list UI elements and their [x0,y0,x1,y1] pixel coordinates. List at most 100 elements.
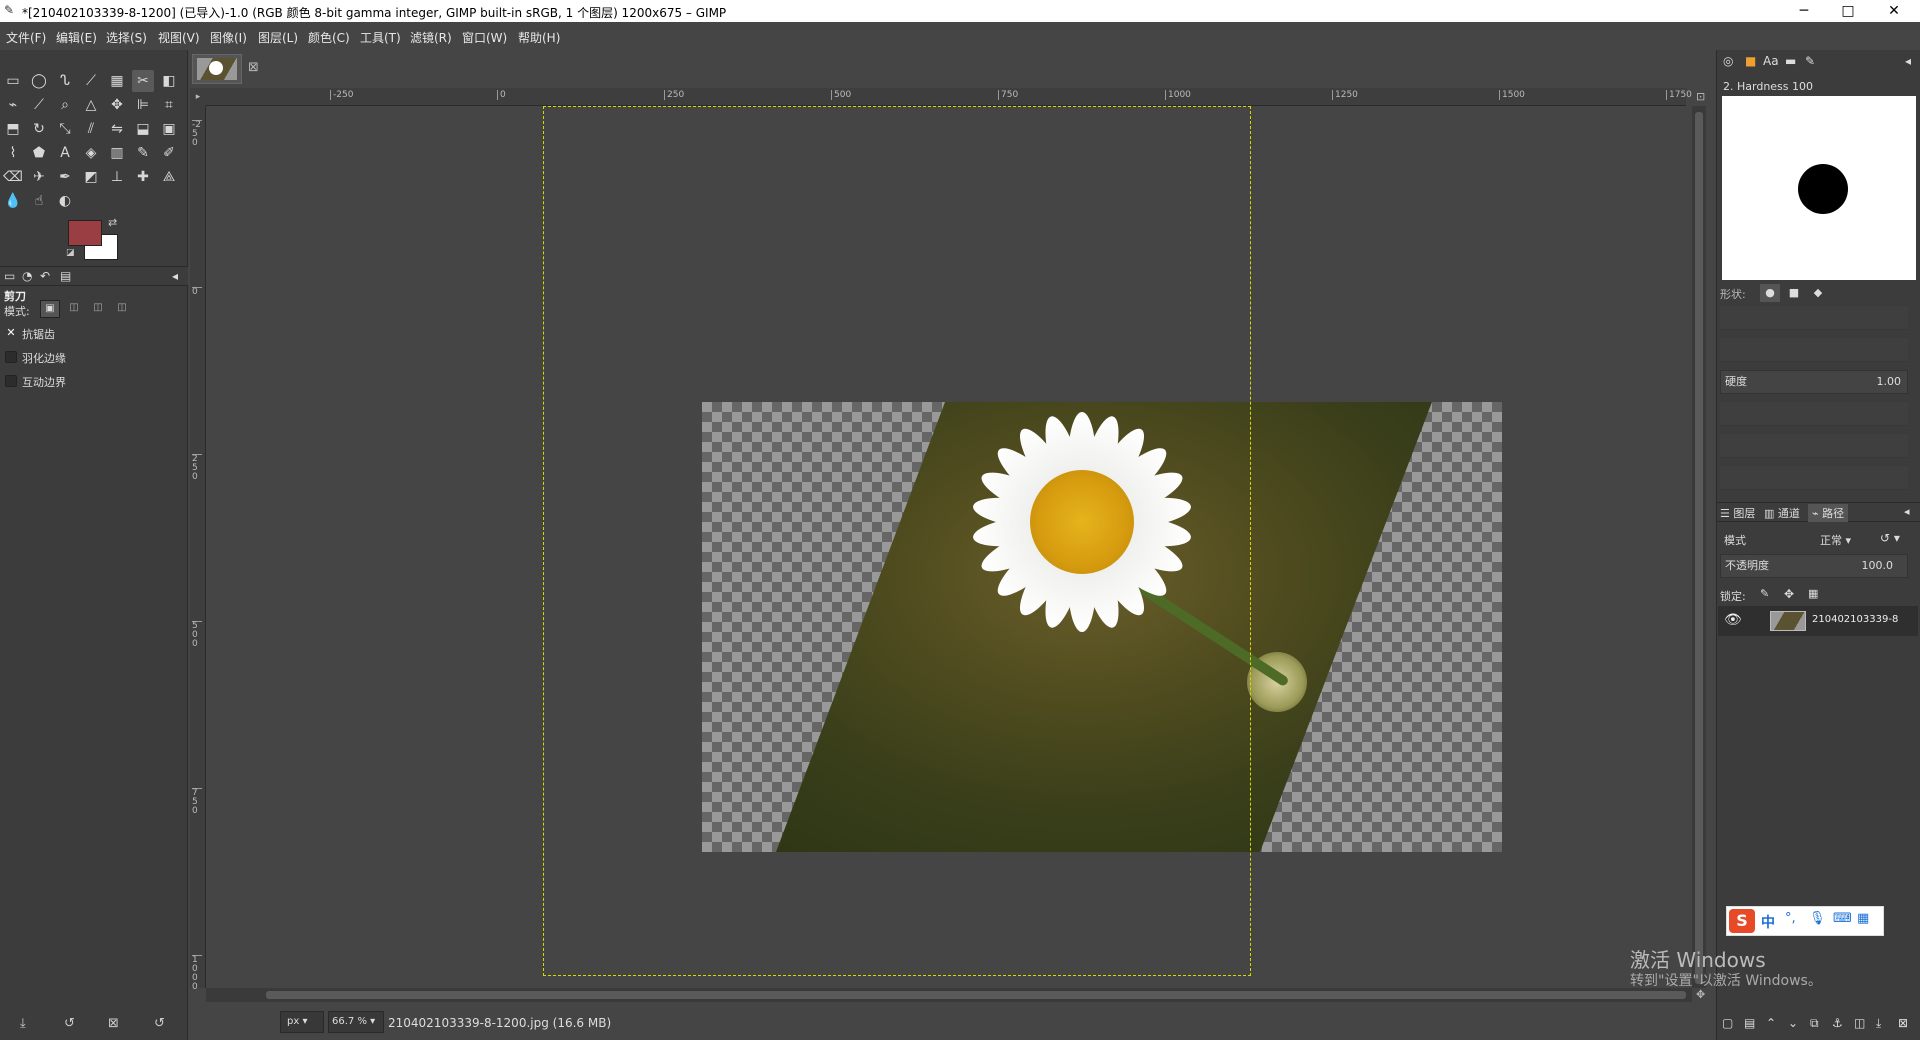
ime-menu-icon[interactable]: ▦ [1857,911,1869,926]
flip-tool-icon[interactable]: ⇋ [106,118,128,140]
shape-diamond-button[interactable]: ◆ [1808,284,1828,302]
align-tool-icon[interactable]: ⊫ [132,94,154,116]
menu-colors[interactable]: 颜色(C) [308,29,350,46]
menu-tools[interactable]: 工具(T) [360,29,401,46]
image-tab-thumbnail[interactable] [192,54,242,84]
mode-intersect-button[interactable]: ◫ [112,300,132,318]
scissors-select-tool-icon[interactable]: ✂ [132,70,154,92]
shape-circle-button[interactable]: ● [1760,284,1780,302]
lock-alpha-icon[interactable]: ▦ [1808,587,1818,600]
minimize-button[interactable]: ─ [1782,0,1826,22]
spikes-slider[interactable] [1720,338,1908,362]
microphone-icon[interactable]: 🎙 [1809,911,1826,926]
ellipse-select-tool-icon[interactable]: ◯ [28,70,50,92]
angle-slider[interactable] [1720,434,1908,458]
mode-add-button[interactable]: ◫ [64,300,84,318]
raise-layer-icon[interactable]: ⌃ [1766,1016,1776,1030]
eraser-tool-icon[interactable]: ⌫ [2,166,24,188]
swap-colors-icon[interactable]: ⇄ [108,216,117,229]
hardness-slider[interactable]: 硬度 1.00 [1720,370,1908,394]
menu-help[interactable]: 帮助(H) [518,29,560,46]
mode-replace-button[interactable]: ▣ [40,300,60,318]
gradients-tab-icon[interactable]: ▬ [1785,54,1796,68]
gradient-tool-icon[interactable]: ▥ [106,142,128,164]
text-tool-icon[interactable]: A [54,142,76,164]
smudge-tool-icon[interactable]: ☝ [28,190,50,212]
interactive-boundary-checkbox[interactable] [5,375,17,387]
crop-tool-icon[interactable]: ⌗ [158,94,180,116]
zoom-tool-icon[interactable]: ⌕ [54,94,76,116]
aspect-ratio-slider[interactable] [1720,402,1908,426]
foreground-select-tool-icon[interactable]: ◧ [158,70,180,92]
images-tab-icon[interactable]: ▤ [60,269,71,283]
menu-edit[interactable]: 编辑(E) [56,29,97,46]
ime-toolbar[interactable]: S 中 °, 🎙 ⌨ ▦ [1726,906,1884,936]
rect-select-tool-icon[interactable]: ▭ [2,70,24,92]
dodge-burn-tool-icon[interactable]: ◐ [54,190,76,212]
ime-punct-icon[interactable]: °, [1785,911,1796,926]
move-tool-icon[interactable]: ✥ [106,94,128,116]
unit-select[interactable]: px ▾ [280,1011,324,1033]
close-button[interactable]: ✕ [1872,0,1916,22]
layer-row[interactable]: 👁 210402103339-8 [1718,606,1918,636]
layer-mask-icon[interactable]: ◫ [1854,1016,1865,1030]
measure-tool-icon[interactable]: △ [80,94,102,116]
radius-slider[interactable] [1720,306,1908,330]
vertical-scroll-thumb[interactable] [1695,112,1703,984]
layer-mode-select[interactable]: 正常 ▾ [1820,532,1851,548]
anchor-layer-icon[interactable]: ⚓ [1832,1016,1843,1030]
menu-layer[interactable]: 图层(L) [258,29,298,46]
foreground-color-swatch[interactable] [68,220,102,246]
menu-view[interactable]: 视图(V) [158,29,200,46]
antialias-checkbox[interactable]: ✕ [5,327,17,339]
blur-sharpen-tool-icon[interactable]: 💧 [2,190,24,212]
patterns-tab-icon[interactable]: ■ [1745,54,1756,68]
color-picker-tool-icon[interactable]: ⟋ [28,94,50,116]
menu-select[interactable]: 选择(S) [106,29,147,46]
ime-language[interactable]: 中 [1761,912,1775,932]
quick-mask-toggle[interactable]: ▸ [190,88,206,106]
brushes-tab-icon[interactable]: ◎ [1723,54,1733,68]
shear-tool-icon[interactable]: ⫽ [80,118,102,140]
3d-transform-tool-icon[interactable]: ▣ [158,118,180,140]
delete-options-icon[interactable]: ⊠ [108,1016,119,1031]
duplicate-layer-icon[interactable]: ⧉ [1810,1016,1819,1031]
maximize-button[interactable]: □ [1826,0,1870,22]
merge-layer-icon[interactable]: ⤓ [1876,1016,1881,1031]
paths-tool-icon[interactable]: ⌁ [2,94,24,116]
cage-transform-tool-icon[interactable]: ⬟ [28,142,50,164]
mypaint-brush-tool-icon[interactable]: ◩ [80,166,102,188]
mode-subtract-button[interactable]: ◫ [88,300,108,318]
menu-filters[interactable]: 滤镜(R) [410,29,452,46]
lock-position-icon[interactable]: ✥ [1784,587,1794,601]
layers-configure-icon[interactable]: ◂ [1904,505,1910,518]
layers-tab[interactable]: ☰ 图层 [1720,505,1755,521]
perspective-clone-tool-icon[interactable]: ⟁ [158,166,180,188]
menu-image[interactable]: 图像(I) [210,29,247,46]
dock-configure-icon[interactable]: ◂ [1905,54,1911,68]
mode-switch-icon[interactable]: ↺ ▾ [1880,531,1900,545]
tool-options-tab-icon[interactable]: ▭ [4,269,15,283]
new-layer-icon[interactable]: ▢ [1722,1016,1733,1030]
channels-tab[interactable]: ▥ 通道 [1764,505,1800,521]
feather-checkbox[interactable] [5,351,17,363]
keyboard-icon[interactable]: ⌨ [1833,911,1852,926]
zoom-image-icon[interactable]: ⊡ [1696,90,1705,103]
restore-options-icon[interactable]: ↺ [64,1016,75,1031]
rotate-tool-icon[interactable]: ↻ [28,118,50,140]
heal-tool-icon[interactable]: ✚ [132,166,154,188]
image-tab-close-icon[interactable]: ⊠ [248,60,259,75]
menu-file[interactable]: 文件(F) [6,29,46,46]
lower-layer-icon[interactable]: ⌄ [1788,1016,1798,1030]
configure-tab-icon[interactable]: ◂ [172,269,178,283]
save-options-icon[interactable]: ⤓ [20,1016,26,1031]
lock-pixels-icon[interactable]: ✎ [1760,587,1769,600]
fuzzy-select-tool-icon[interactable]: ⟋ [80,70,102,92]
fonts-tab-icon[interactable]: Aa [1763,54,1779,68]
reset-options-icon[interactable]: ↺ [154,1016,165,1031]
paths-tab[interactable]: ⌁ 路径 [1808,504,1849,522]
perspective-tool-icon[interactable]: ⬓ [132,118,154,140]
default-colors-icon[interactable]: ◪ [66,248,75,258]
warp-transform-tool-icon[interactable]: ⌇ [2,142,24,164]
opacity-slider[interactable]: 不透明度 100.0 [1720,554,1908,578]
